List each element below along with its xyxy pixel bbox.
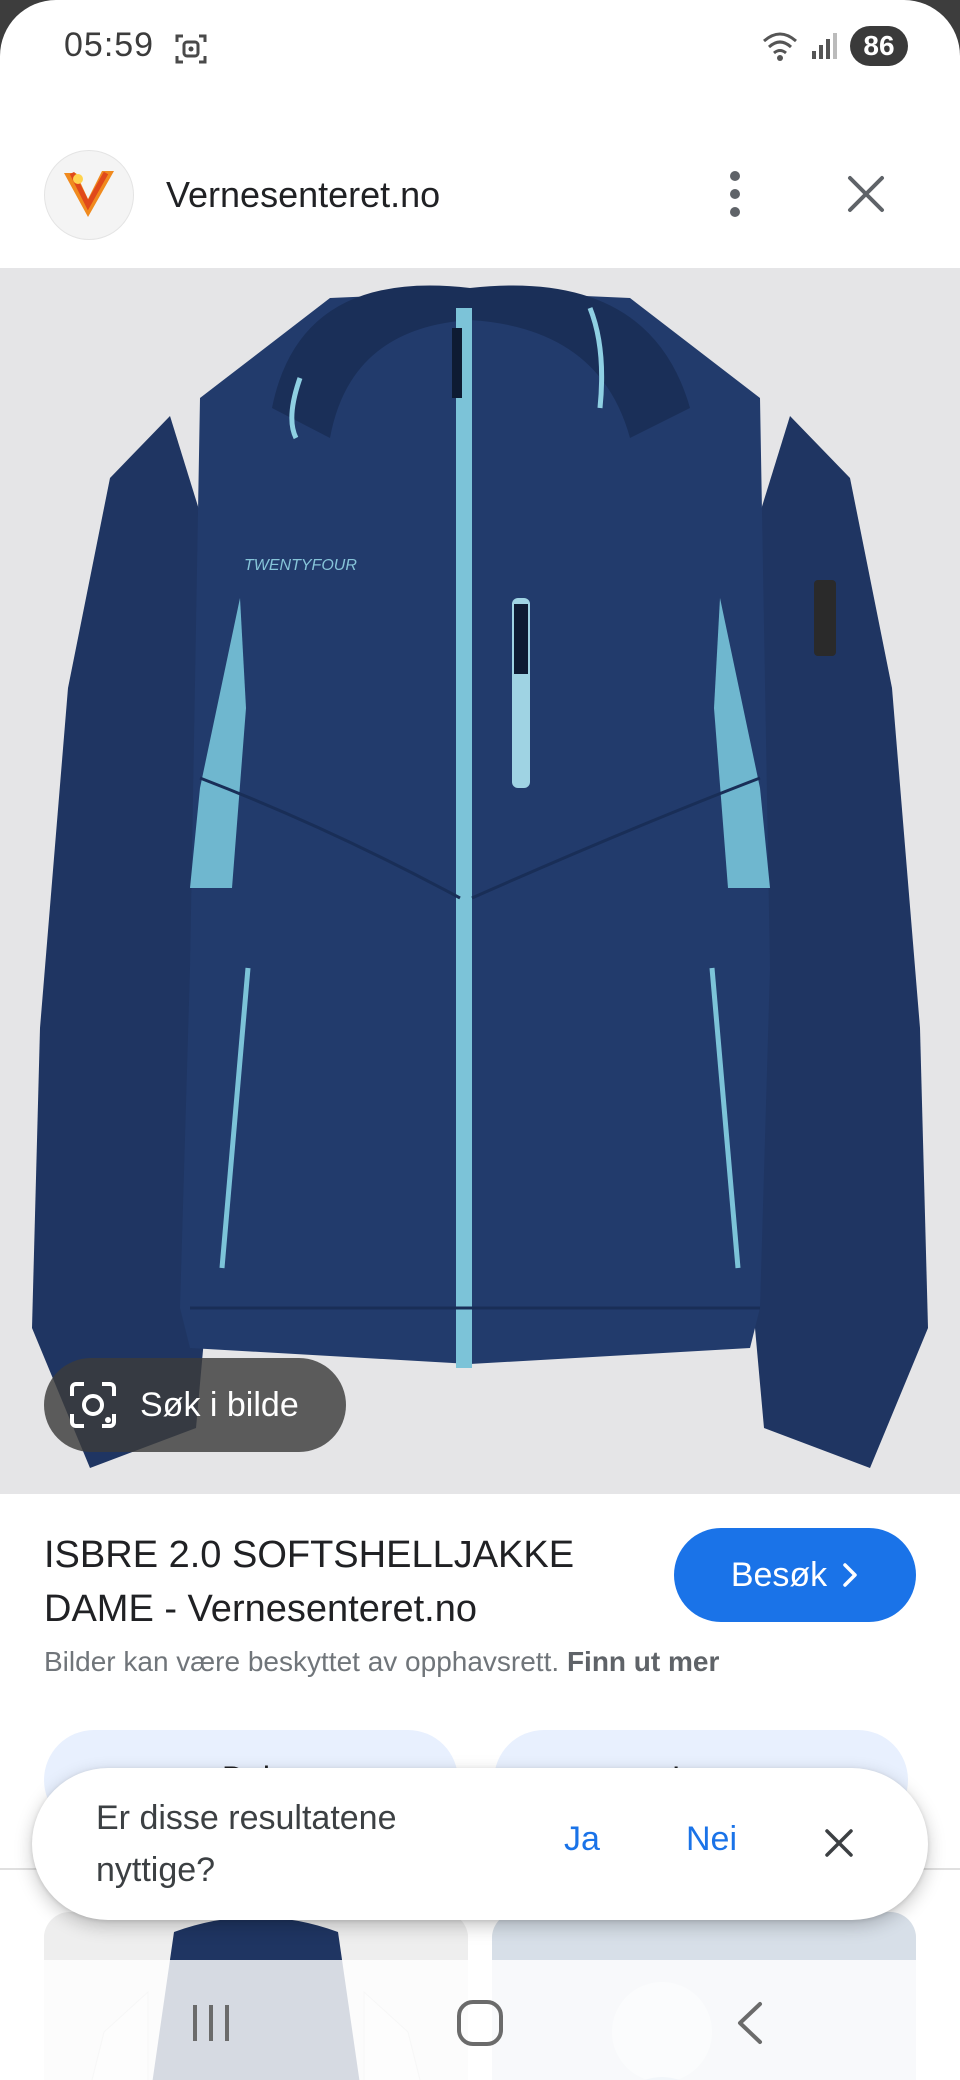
result-title[interactable]: ISBRE 2.0 SOFTSHELLJAKKE DAME - Vernesen… (44, 1528, 644, 1636)
search-in-image-label: Søk i bilde (140, 1385, 299, 1424)
feedback-no-button[interactable]: Nei (686, 1820, 737, 1859)
more-vert-icon[interactable] (710, 166, 760, 222)
home-icon[interactable] (445, 1988, 515, 2058)
site-header: Vernesenteret.no (0, 140, 960, 266)
feedback-yes-button[interactable]: Ja (564, 1820, 600, 1859)
status-icons: 86 (760, 26, 908, 66)
search-in-image-button[interactable]: Søk i bilde (44, 1358, 346, 1452)
vernesenteret-logo-icon[interactable] (44, 150, 134, 240)
jacket-illustration: TWENTYFOUR (32, 285, 928, 1468)
close-icon[interactable] (838, 166, 894, 222)
app-screen: 05:59 86 Vernesenteret.no TWENTYFOUR Søk… (0, 0, 960, 2080)
site-name[interactable]: Vernesenteret.no (166, 174, 440, 216)
close-icon[interactable] (814, 1818, 864, 1868)
status-time: 05:59 (64, 26, 155, 64)
logo-mark (64, 171, 114, 217)
battery-level: 86 (850, 26, 908, 66)
recent-apps-icon[interactable] (176, 1988, 246, 2058)
screen-record-icon (175, 34, 207, 64)
feedback-card: Er disse resultatene nyttige? Ja Nei (32, 1768, 928, 1920)
result-title-line2: DAME - Vernesenteret.no (44, 1588, 477, 1630)
visit-button[interactable]: Besøk (674, 1528, 916, 1622)
lens-icon (70, 1382, 116, 1428)
product-image[interactable]: TWENTYFOUR Søk i bilde (0, 268, 960, 1494)
brand-logo-text: TWENTYFOUR (244, 557, 357, 574)
status-bar: 05:59 86 (0, 0, 960, 96)
visit-label: Besøk (730, 1555, 828, 1594)
navigation-bar (0, 1960, 960, 2080)
copyright-notice: Bilder kan være beskyttet av opphavsrett… (44, 1646, 719, 1678)
feedback-question: Er disse resultatene nyttige? (96, 1799, 397, 1889)
signal-icon (812, 33, 837, 59)
back-icon[interactable] (714, 1988, 784, 2058)
result-title-line1: ISBRE 2.0 SOFTSHELLJAKKE (44, 1534, 575, 1576)
copyright-text: Bilder kan være beskyttet av opphavsrett… (44, 1646, 560, 1677)
learn-more-link[interactable]: Finn ut mer (567, 1646, 719, 1677)
wifi-icon (763, 32, 797, 61)
chevron-right-icon (843, 1563, 857, 1587)
